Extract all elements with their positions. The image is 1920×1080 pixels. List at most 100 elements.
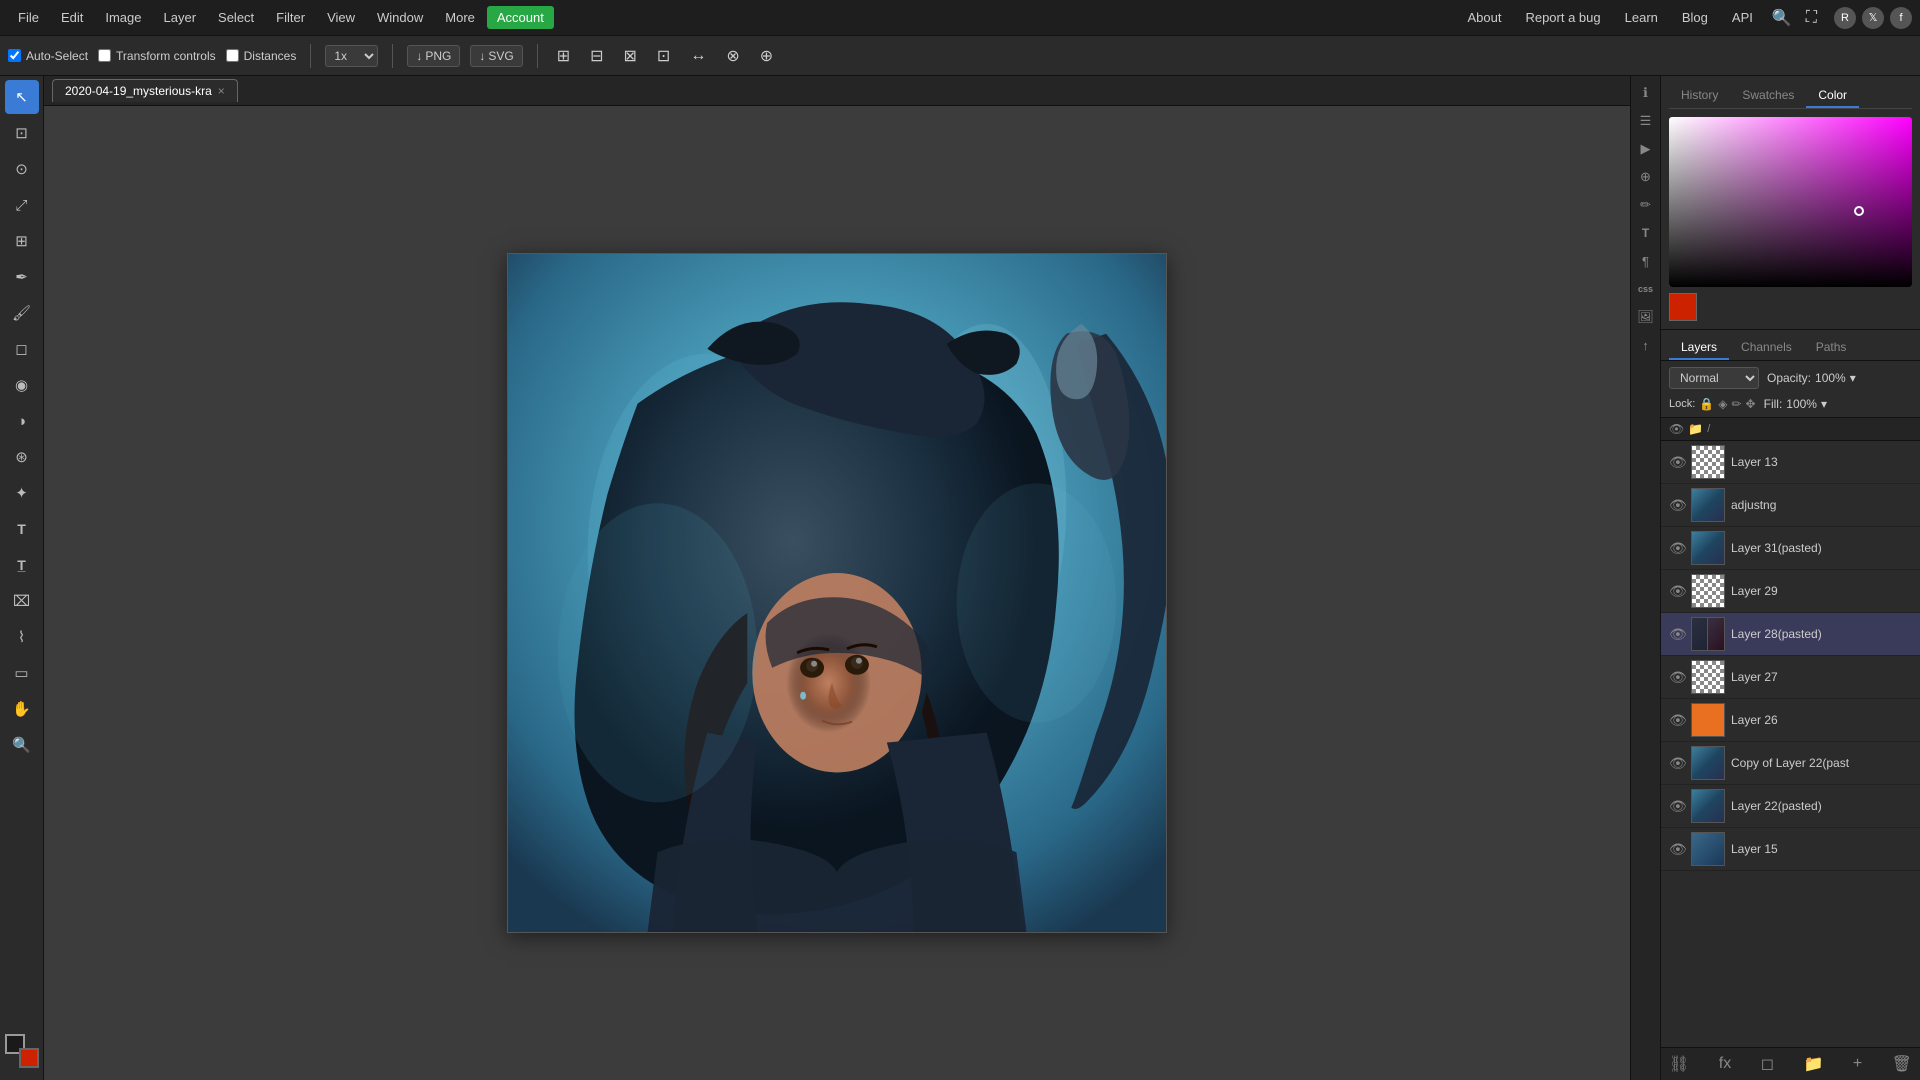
- menu-more[interactable]: More: [435, 6, 485, 29]
- layer-visibility-icon[interactable]: 👁: [1669, 755, 1685, 772]
- color-picker-area[interactable]: [1669, 117, 1912, 287]
- smudge-tool-button[interactable]: ⊛: [5, 440, 39, 474]
- fill-tool-button[interactable]: ◉: [5, 368, 39, 402]
- layer-new-button[interactable]: +: [1853, 1055, 1862, 1073]
- layer-visibility-icon[interactable]: 👁: [1669, 497, 1685, 514]
- zoom-tool-button[interactable]: 🔍: [5, 728, 39, 762]
- crop-tool-button[interactable]: ⤢: [5, 188, 39, 222]
- fullscreen-button[interactable]: ⛶: [1801, 7, 1822, 29]
- tab-swatches[interactable]: Swatches: [1730, 84, 1806, 108]
- tab-color[interactable]: Color: [1806, 84, 1859, 108]
- menu-panel-button[interactable]: ☰: [1633, 108, 1659, 134]
- menu-learn[interactable]: Learn: [1615, 6, 1668, 29]
- eyedropper-tool-button[interactable]: ⌧: [5, 584, 39, 618]
- menu-file[interactable]: File: [8, 6, 49, 29]
- align-left-button[interactable]: ⊞: [552, 44, 575, 68]
- lock-move-icon[interactable]: ✥: [1746, 397, 1756, 411]
- edit-panel-button[interactable]: ✏: [1633, 192, 1659, 218]
- tab-history[interactable]: History: [1669, 84, 1730, 108]
- tab-paths[interactable]: Paths: [1804, 336, 1859, 360]
- transform-tool-button[interactable]: ⊞: [5, 224, 39, 258]
- layer-item[interactable]: 👁 Layer 27: [1661, 656, 1920, 699]
- opacity-value[interactable]: 100%: [1815, 371, 1846, 385]
- size-button[interactable]: ⊕: [755, 44, 778, 68]
- info-panel-button[interactable]: ℹ: [1633, 80, 1659, 106]
- layer-group-button[interactable]: 📁: [1803, 1054, 1823, 1074]
- fill-dropdown-icon[interactable]: ▾: [1821, 397, 1827, 411]
- folder-icon[interactable]: 📁: [1688, 422, 1703, 436]
- menu-layer[interactable]: Layer: [154, 6, 207, 29]
- menu-api[interactable]: API: [1722, 6, 1763, 29]
- layer-visibility-icon[interactable]: 👁: [1669, 712, 1685, 729]
- distribute-button[interactable]: ⊠: [619, 44, 642, 68]
- facebook-icon[interactable]: f: [1890, 7, 1912, 29]
- menu-edit[interactable]: Edit: [51, 6, 93, 29]
- menu-account[interactable]: Account: [487, 6, 554, 29]
- reddit-icon[interactable]: R: [1834, 7, 1856, 29]
- png-export-button[interactable]: ↓ PNG: [407, 45, 460, 67]
- lasso-tool-button[interactable]: ⊙: [5, 152, 39, 186]
- layer-item[interactable]: 👁 Layer 28(pasted): [1661, 613, 1920, 656]
- crop-button[interactable]: ⊡: [652, 44, 675, 68]
- background-swatch[interactable]: [19, 1048, 39, 1068]
- layer-visibility-icon[interactable]: 👁: [1669, 540, 1685, 557]
- pen-tool-button[interactable]: ✒: [5, 260, 39, 294]
- layer-visibility-icon[interactable]: 👁: [1669, 841, 1685, 858]
- tab-channels[interactable]: Channels: [1729, 336, 1804, 360]
- layer-delete-button[interactable]: 🗑: [1892, 1054, 1912, 1074]
- layer-item[interactable]: 👁 adjustng: [1661, 484, 1920, 527]
- transform-controls-checkbox[interactable]: [98, 49, 111, 62]
- menu-bug[interactable]: Report a bug: [1515, 6, 1610, 29]
- document-tab[interactable]: 2020-04-19_mysterious-kra ×: [52, 79, 238, 102]
- warp-tool-button[interactable]: ⌇: [5, 620, 39, 654]
- lock-all-icon[interactable]: 🔒: [1699, 397, 1714, 411]
- menu-blog[interactable]: Blog: [1672, 6, 1718, 29]
- lock-transparent-icon[interactable]: ◈: [1718, 397, 1727, 411]
- search-button[interactable]: 🔍: [1767, 6, 1797, 30]
- layer-link-button[interactable]: ⛓: [1669, 1054, 1689, 1074]
- menu-about[interactable]: About: [1457, 6, 1511, 29]
- paragraph-panel-button[interactable]: ¶: [1633, 248, 1659, 274]
- layer-mask-button[interactable]: ◻: [1761, 1054, 1774, 1074]
- tab-layers[interactable]: Layers: [1669, 336, 1729, 360]
- menu-image[interactable]: Image: [95, 6, 151, 29]
- fill-value[interactable]: 100%: [1786, 397, 1817, 411]
- eye-path-icon[interactable]: 👁: [1669, 422, 1684, 436]
- upload-panel-button[interactable]: ↑: [1633, 332, 1659, 358]
- css-panel-button[interactable]: css: [1633, 276, 1659, 302]
- svg-export-button[interactable]: ↓ SVG: [470, 45, 522, 67]
- auto-select-checkbox[interactable]: [8, 49, 21, 62]
- menu-select[interactable]: Select: [208, 6, 264, 29]
- menu-view[interactable]: View: [317, 6, 365, 29]
- distances-checkbox[interactable]: [226, 49, 239, 62]
- layer-item[interactable]: 👁 Layer 29: [1661, 570, 1920, 613]
- text-panel-button[interactable]: T: [1633, 220, 1659, 246]
- rect-tool-button[interactable]: ▭: [5, 656, 39, 690]
- active-swatch[interactable]: [1669, 293, 1697, 321]
- flip-button[interactable]: ↔: [685, 45, 711, 67]
- twitter-icon[interactable]: 𝕏: [1862, 7, 1884, 29]
- eraser-tool-button[interactable]: ◻: [5, 332, 39, 366]
- marquee-tool-button[interactable]: ⊡: [5, 116, 39, 150]
- layer-item[interactable]: 👁 Layer 13: [1661, 441, 1920, 484]
- blend-mode-select[interactable]: Normal Multiply Screen Overlay Soft Ligh…: [1669, 367, 1759, 389]
- hand-tool-button[interactable]: ✋: [5, 692, 39, 726]
- layer-visibility-icon[interactable]: 👁: [1669, 583, 1685, 600]
- dodge-tool-button[interactable]: ◑: [5, 404, 39, 438]
- layer-item[interactable]: 👁 Layer 26: [1661, 699, 1920, 742]
- tab-close-button[interactable]: ×: [218, 84, 225, 98]
- text-vert-tool-button[interactable]: T̲: [5, 548, 39, 582]
- location-panel-button[interactable]: ⊕: [1633, 164, 1659, 190]
- select-tool-button[interactable]: ↖: [5, 80, 39, 114]
- layer-fx-button[interactable]: fx: [1719, 1055, 1731, 1073]
- layer-item[interactable]: 👁 Layer 15: [1661, 828, 1920, 871]
- clone-tool-button[interactable]: ✦: [5, 476, 39, 510]
- lock-paint-icon[interactable]: ✏: [1731, 397, 1741, 411]
- layer-visibility-icon[interactable]: 👁: [1669, 454, 1685, 471]
- menu-filter[interactable]: Filter: [266, 6, 315, 29]
- layer-visibility-icon[interactable]: 👁: [1669, 798, 1685, 815]
- layer-item[interactable]: 👁 Layer 22(pasted): [1661, 785, 1920, 828]
- arrange-button[interactable]: ⊗: [721, 44, 744, 68]
- image-panel-button[interactable]: 🖼: [1633, 304, 1659, 330]
- zoom-select[interactable]: 1x 2x 0.5x: [325, 45, 378, 67]
